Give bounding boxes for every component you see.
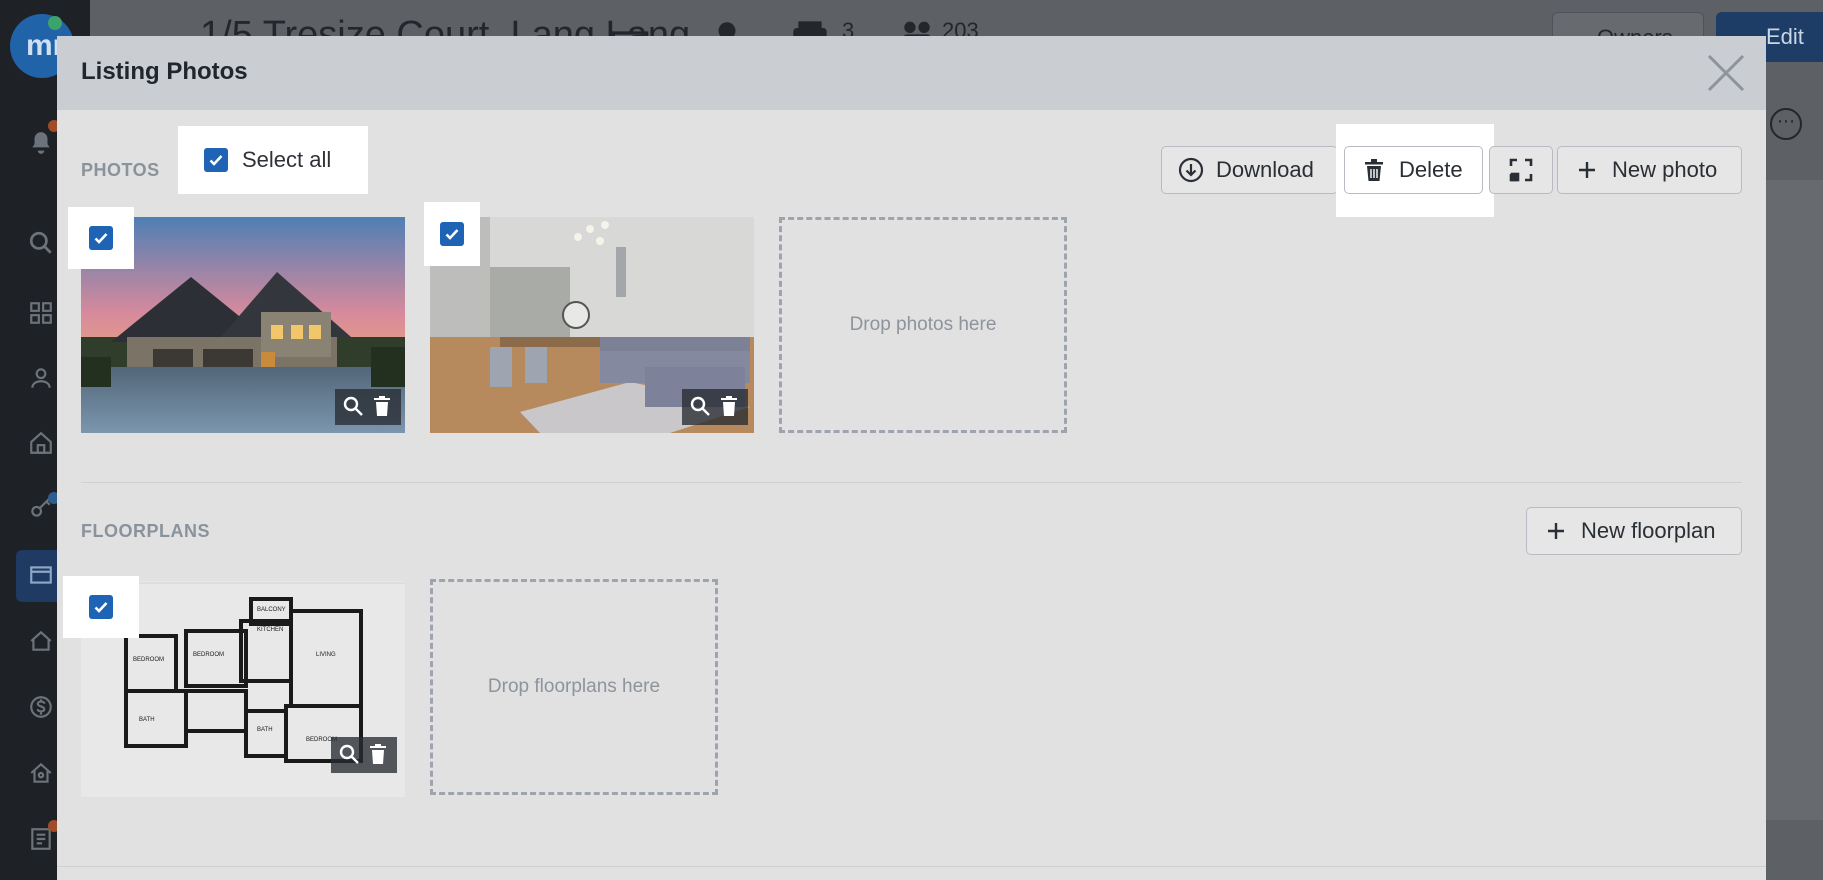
modal-title: Listing Photos xyxy=(81,58,248,85)
dropzone-text: Drop floorplans here xyxy=(487,676,661,697)
fullscreen-icon xyxy=(1509,158,1533,182)
listing-photos-modal: Listing Photos PHOTOS Select all Downloa… xyxy=(57,36,1766,880)
house-icon[interactable] xyxy=(28,628,58,658)
modal-footer-divider xyxy=(57,866,1766,867)
listings-icon[interactable] xyxy=(28,562,58,592)
dashboard-icon[interactable] xyxy=(28,300,58,330)
plus-icon xyxy=(1548,523,1564,539)
svg-text:BEDROOM: BEDROOM xyxy=(193,652,224,658)
svg-text:BATH: BATH xyxy=(257,727,273,733)
close-icon[interactable] xyxy=(1705,52,1747,94)
new-photo-button[interactable]: New photo xyxy=(1557,146,1742,194)
svg-text:KITCHEN: KITCHEN xyxy=(257,627,283,633)
select-all-label: Select all xyxy=(242,147,332,172)
zoom-icon[interactable] xyxy=(689,395,713,419)
edit-label: Edit xyxy=(1766,24,1804,49)
new-floorplan-button[interactable]: New floorplan xyxy=(1526,507,1742,555)
home-icon[interactable] xyxy=(28,430,58,460)
logo-status-dot xyxy=(48,16,62,30)
svg-text:LIVING: LIVING xyxy=(316,652,336,658)
select-all-checkbox[interactable]: Select all xyxy=(178,126,368,194)
floorplan-actions xyxy=(331,737,397,773)
svg-text:BALCONY: BALCONY xyxy=(257,607,286,613)
new-floorplan-label: New floorplan xyxy=(1581,518,1716,543)
checkbox-checked-icon xyxy=(89,226,113,250)
new-photo-label: New photo xyxy=(1612,157,1718,182)
trash-icon[interactable] xyxy=(367,743,391,767)
photos-dropzone[interactable]: Drop photos here xyxy=(779,217,1067,433)
dropzone-text: Drop photos here xyxy=(849,314,997,335)
floorplan-checkbox[interactable] xyxy=(63,576,139,638)
dollar-icon[interactable] xyxy=(28,694,58,724)
delete-label: Delete xyxy=(1399,157,1463,182)
plus-icon xyxy=(1579,162,1595,178)
floorplans-dropzone[interactable]: Drop floorplans here xyxy=(430,579,718,795)
download-label: Download xyxy=(1216,157,1314,182)
photo-actions xyxy=(682,389,748,425)
zoom-icon[interactable] xyxy=(342,395,366,419)
search-icon[interactable] xyxy=(28,230,58,260)
svg-text:BATH: BATH xyxy=(139,717,155,723)
checkbox-checked-icon xyxy=(204,148,228,172)
property-icon[interactable] xyxy=(28,760,58,790)
zoom-icon[interactable] xyxy=(338,743,362,767)
download-button[interactable]: Download xyxy=(1161,146,1338,194)
delete-button[interactable]: Delete xyxy=(1344,146,1483,194)
checkbox-checked-icon xyxy=(440,222,464,246)
background-panel xyxy=(1766,180,1823,820)
user-icon[interactable] xyxy=(28,365,58,395)
more-options-icon[interactable]: ⋯ xyxy=(1770,108,1802,140)
svg-text:BEDROOM: BEDROOM xyxy=(133,657,164,663)
floorplans-section-label: FLOORPLANS xyxy=(81,521,210,541)
photo-checkbox[interactable] xyxy=(424,202,480,266)
fullscreen-button[interactable] xyxy=(1489,146,1553,194)
modal-header: Listing Photos xyxy=(57,36,1766,110)
photo-checkbox[interactable] xyxy=(68,207,134,269)
photos-section-label: PHOTOS xyxy=(81,160,160,180)
download-icon xyxy=(1178,157,1204,183)
trash-icon[interactable] xyxy=(371,395,395,419)
photo-actions xyxy=(335,389,401,425)
trash-icon xyxy=(1365,159,1383,181)
checkbox-checked-icon xyxy=(89,595,113,619)
bell-icon[interactable] xyxy=(28,130,58,160)
trash-icon[interactable] xyxy=(718,395,742,419)
section-divider xyxy=(81,482,1742,483)
